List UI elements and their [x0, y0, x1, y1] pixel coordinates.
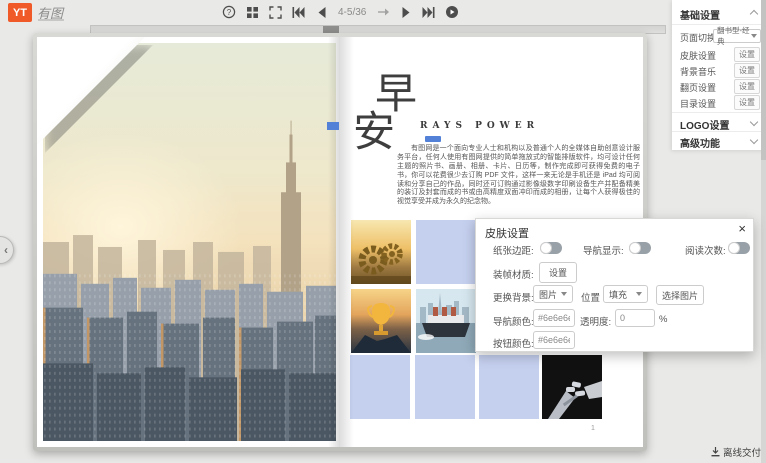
first-page-icon[interactable]	[291, 5, 305, 19]
grid-placeholder	[350, 355, 410, 419]
label-paper-margin: 纸张边距:	[493, 243, 534, 257]
sidebar-label-flip: 翻页设置	[680, 81, 716, 94]
help-icon[interactable]: ?	[222, 5, 236, 19]
grid-placeholder	[415, 355, 475, 419]
label-opacity: 透明度:	[580, 314, 611, 328]
sidebar-label-toc: 目录设置	[680, 97, 716, 110]
flip-settings-button[interactable]: 设置	[734, 79, 760, 94]
paper-margin-toggle[interactable]	[540, 242, 562, 254]
grid-placeholder	[416, 220, 476, 284]
dialog-title: 皮肤设置	[485, 225, 529, 241]
background-position-select[interactable]: 填充	[603, 285, 648, 303]
horizontal-scrollbar-thumb[interactable]	[323, 26, 339, 33]
label-binding-material: 装帧材质:	[493, 267, 534, 281]
page-title-char-2: 安	[353, 111, 395, 153]
book-page-left[interactable]	[37, 37, 340, 447]
subtitle-accent-bar	[425, 136, 441, 142]
sidebar-label-page-transition: 页面切换	[680, 31, 716, 44]
page-transition-value: 翻书型-经典	[717, 25, 751, 47]
vertical-scrollbar-thumb[interactable]	[761, 0, 766, 160]
label-nav-display: 导航显示:	[583, 243, 624, 257]
skin-settings-button[interactable]: 设置	[734, 47, 760, 62]
close-icon[interactable]: ×	[738, 222, 746, 235]
label-read-count: 阅读次数:	[685, 243, 726, 257]
caret-down-icon	[751, 34, 757, 38]
svg-text:?: ?	[227, 8, 232, 17]
page-subtitle: RAYS POWER	[420, 121, 539, 131]
grid-photo-trophy	[351, 289, 411, 353]
sidebar-section-basic[interactable]: 基础设置	[680, 7, 720, 22]
toc-settings-button[interactable]: 设置	[734, 95, 760, 110]
viewer-toolbar: ? 4-5/36	[222, 4, 459, 20]
brand-logo: YT	[8, 3, 32, 22]
page-transition-select[interactable]: 翻书型-经典	[713, 29, 761, 43]
sidebar-label-music: 背景音乐	[680, 65, 716, 78]
thumbnails-grid-icon[interactable]	[245, 5, 259, 19]
vertical-scrollbar[interactable]	[761, 0, 766, 463]
chevron-down-icon	[750, 136, 758, 144]
chevron-up-icon	[750, 10, 758, 18]
page-curl[interactable]	[37, 37, 145, 145]
offline-delivery-label: 离线交付	[723, 445, 761, 459]
background-music-button[interactable]: 设置	[734, 63, 760, 78]
page-indicator[interactable]: 4-5/36	[338, 7, 366, 18]
caret-down-icon	[636, 292, 642, 296]
offline-delivery-link[interactable]: 离线交付	[711, 445, 761, 459]
button-color-input[interactable]	[533, 331, 575, 349]
background-type-value: 图片	[539, 288, 557, 301]
nav-display-toggle[interactable]	[629, 242, 651, 254]
chevron-down-icon	[750, 118, 758, 126]
sound-icon[interactable]	[445, 5, 459, 19]
next-page-icon[interactable]	[399, 5, 413, 19]
background-position-value: 填充	[609, 288, 627, 301]
download-icon	[711, 447, 720, 457]
sidebar-label-skin: 皮肤设置	[680, 49, 716, 62]
label-position: 位置	[581, 290, 600, 304]
app-window: YT 有图 ? 4-5/36	[0, 0, 766, 463]
previous-page-icon[interactable]	[314, 5, 328, 19]
binding-material-button[interactable]: 设置	[539, 262, 577, 283]
grid-photo-ship	[416, 289, 476, 353]
sidebar-section-logo[interactable]: LOGO设置	[680, 117, 729, 132]
nav-color-input[interactable]	[533, 309, 575, 327]
grid-placeholder	[479, 355, 539, 419]
title-accent-square	[327, 122, 339, 130]
fullscreen-icon[interactable]	[268, 5, 282, 19]
label-nav-color: 导航颜色:	[493, 314, 534, 328]
skin-settings-dialog: 皮肤设置 × 纸张边距: 导航显示: 阅读次数: 装帧材质: 设置 更换背景: …	[475, 218, 754, 352]
grid-photo-gears	[351, 220, 411, 284]
label-button-color: 按钮颜色:	[493, 336, 534, 350]
opacity-unit: %	[659, 314, 667, 325]
brand-slogan-placeholder	[38, 19, 64, 21]
goto-page-icon[interactable]	[376, 5, 390, 19]
label-change-background: 更换背景:	[493, 290, 534, 304]
background-type-select[interactable]: 图片	[533, 285, 573, 303]
grid-photo-robot-hand	[542, 355, 602, 419]
chevron-left-icon: ‹	[4, 243, 8, 257]
choose-image-button[interactable]: 选择图片	[656, 285, 704, 305]
opacity-input[interactable]	[615, 309, 655, 327]
page-body-text: 有图网是一个面向专业人士和机构以及普通个人的全媒体自助创意设计服务平台，任何人使…	[397, 145, 640, 207]
read-count-toggle[interactable]	[728, 242, 750, 254]
panel-collapse-handle[interactable]: ‹	[0, 236, 14, 264]
divider	[672, 112, 766, 113]
caret-down-icon	[561, 292, 567, 296]
last-page-icon[interactable]	[422, 5, 436, 19]
sidebar-section-advanced[interactable]: 高级功能	[680, 135, 720, 150]
divider	[672, 131, 766, 132]
settings-sidebar: 基础设置 页面切换 翻书型-经典 皮肤设置 设置 背景音乐 设置 翻页设置 设置…	[672, 0, 766, 150]
page-number: 1	[591, 425, 595, 432]
